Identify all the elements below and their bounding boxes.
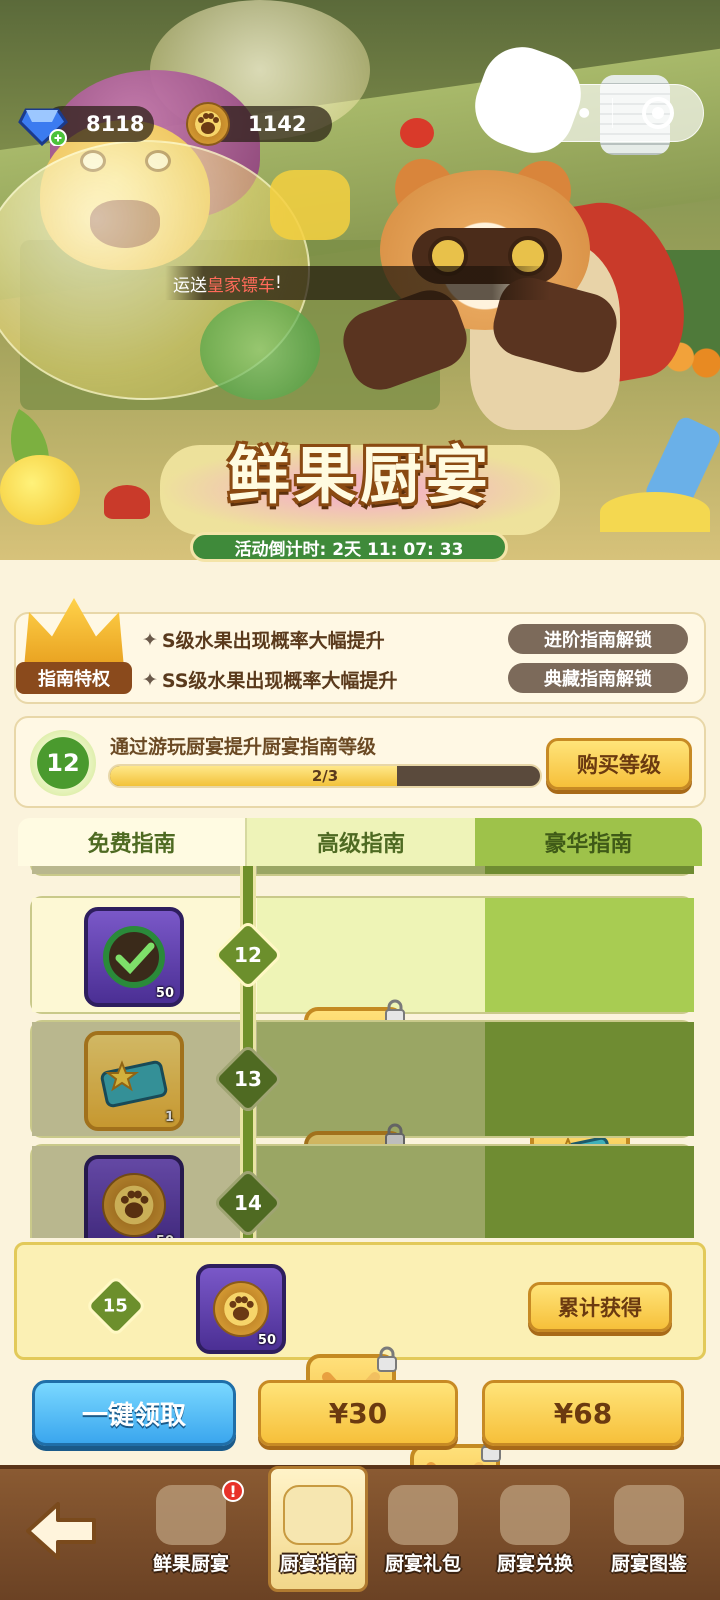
guide-tier-tabs: 免费指南 高级指南 豪华指南 (18, 818, 702, 866)
nav-item-feast-pack[interactable]: 厨宴礼包 (368, 1478, 478, 1588)
mushroom-decor (104, 485, 150, 519)
target-icon (641, 97, 674, 129)
reward-row: 1 3 6 (30, 1020, 694, 1238)
reward-item-free[interactable]: 50 (84, 1155, 184, 1238)
nav-item-feast-collection[interactable]: 厨宴图鉴 (594, 1478, 704, 1588)
sparkle-icon: ✦ (142, 668, 158, 691)
guide-book-icon (283, 1485, 353, 1545)
gems-value: 8118 (86, 112, 145, 136)
privilege-feature-2: ✦ SS级水果出现概率大幅提升 (142, 668, 398, 693)
gift-basket-icon (388, 1485, 458, 1545)
guide-level-badge: 12 (30, 730, 96, 796)
mushroom-house-icon (156, 1485, 226, 1545)
privilege-badge: 指南特权 (14, 598, 132, 710)
event-title: 鲜果厨宴 (227, 439, 492, 512)
buy-level-button[interactable]: 购买等级 (546, 738, 692, 790)
level-progress-text: 2/3 (311, 767, 339, 785)
news-ticker: 运送 皇家镖车! (165, 266, 550, 300)
cumulative-rewards-button[interactable]: 累计获得 (528, 1282, 672, 1332)
paw-coin-icon (102, 1173, 166, 1237)
sparkle-icon: ✦ (142, 628, 158, 651)
reward-item-free[interactable]: 50 (84, 907, 184, 1007)
privilege-feature-1: ✦ S级水果出现概率大幅提升 (142, 628, 385, 653)
tab-advanced-guide[interactable]: 高级指南 (245, 818, 475, 866)
mini-program-menu: ••• (520, 84, 704, 142)
buy-deluxe-guide-button[interactable]: ¥68 (482, 1380, 684, 1446)
buy-advanced-guide-button[interactable]: ¥30 (258, 1380, 458, 1446)
more-options-button[interactable]: ••• (521, 97, 612, 130)
advanced-guide-unlock-tag: 进阶指南解锁 (508, 624, 688, 654)
back-arrow-icon[interactable] (24, 1498, 98, 1564)
lock-icon (377, 1346, 397, 1372)
event-countdown: 活动倒计时: 2天 11: 07: 33 (190, 532, 508, 562)
gem-icon (18, 108, 68, 146)
paw-coin-icon (213, 1281, 269, 1337)
privilege-label: 指南特权 (16, 662, 132, 694)
reward-row: 50 3 6 (30, 1144, 694, 1238)
reward-row (30, 866, 694, 876)
notification-badge: ! (222, 1480, 244, 1502)
apple-decor (400, 118, 434, 148)
collection-icon (614, 1485, 684, 1545)
milestone-reward-free[interactable]: 50 (196, 1264, 286, 1354)
tab-free-guide[interactable]: 免费指南 (18, 818, 246, 866)
claim-all-button[interactable]: 一键领取 (32, 1380, 236, 1446)
nav-item-feast-guide[interactable]: 厨宴指南 (263, 1478, 373, 1588)
check-coin-icon (103, 926, 165, 988)
level-description: 通过游玩厨宴提升厨宴指南等级 (110, 736, 377, 758)
level-progress-bar: 2/3 (108, 764, 542, 788)
crown-icon (24, 598, 124, 668)
paw-coin-icon (186, 102, 230, 146)
shop-icon (500, 1485, 570, 1545)
ticket-icon (100, 1060, 168, 1108)
reward-row: 50 3 6 (30, 896, 694, 1207)
lemon-slice-decor (600, 492, 710, 532)
reward-list[interactable]: 50 3 6 1 3 6 (30, 866, 694, 1238)
tab-deluxe-guide[interactable]: 豪华指南 (474, 818, 702, 866)
reward-item-free[interactable]: 1 (84, 1031, 184, 1131)
lemon-decor (0, 455, 80, 525)
coins-value: 1142 (248, 112, 307, 136)
close-mini-program-button[interactable] (613, 95, 704, 131)
nav-item-feast-exchange[interactable]: 厨宴兑换 (480, 1478, 590, 1588)
collector-guide-unlock-tag: 典藏指南解锁 (508, 663, 688, 693)
